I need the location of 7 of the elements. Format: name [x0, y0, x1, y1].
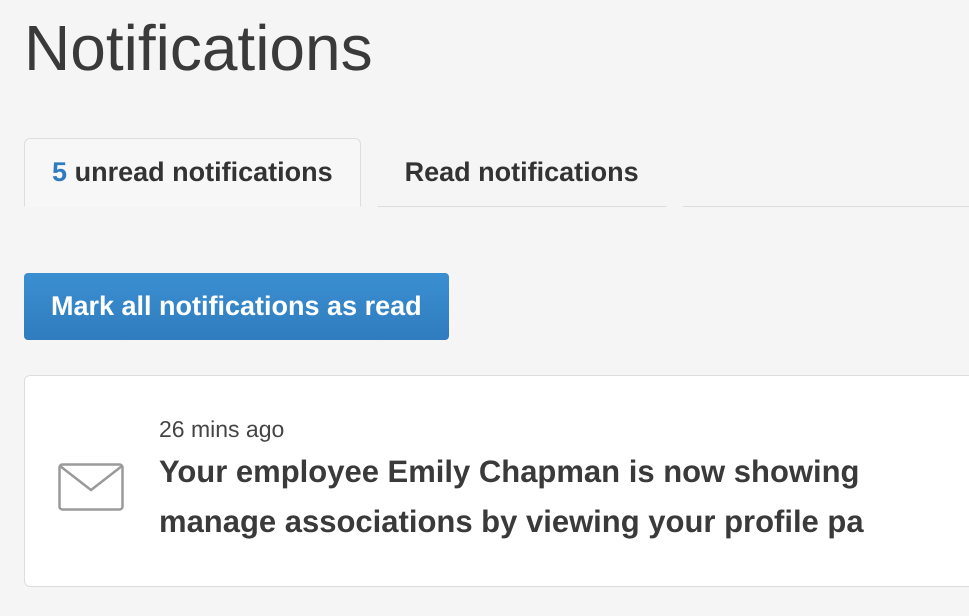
tab[interactable]: Read notifications: [376, 138, 667, 207]
notification-time: 26 mins ago: [159, 416, 286, 442]
page-title: Notifications: [24, 11, 374, 86]
envelope-icon: [58, 463, 124, 511]
tab[interactable]: 5 unread notifications: [24, 138, 361, 207]
mark-all-read-button[interactable]: Mark all notifications as read: [24, 273, 449, 340]
notification-message: Your employee Emily Chapman is now showing manage associations by viewing your profile pa: [159, 452, 864, 541]
